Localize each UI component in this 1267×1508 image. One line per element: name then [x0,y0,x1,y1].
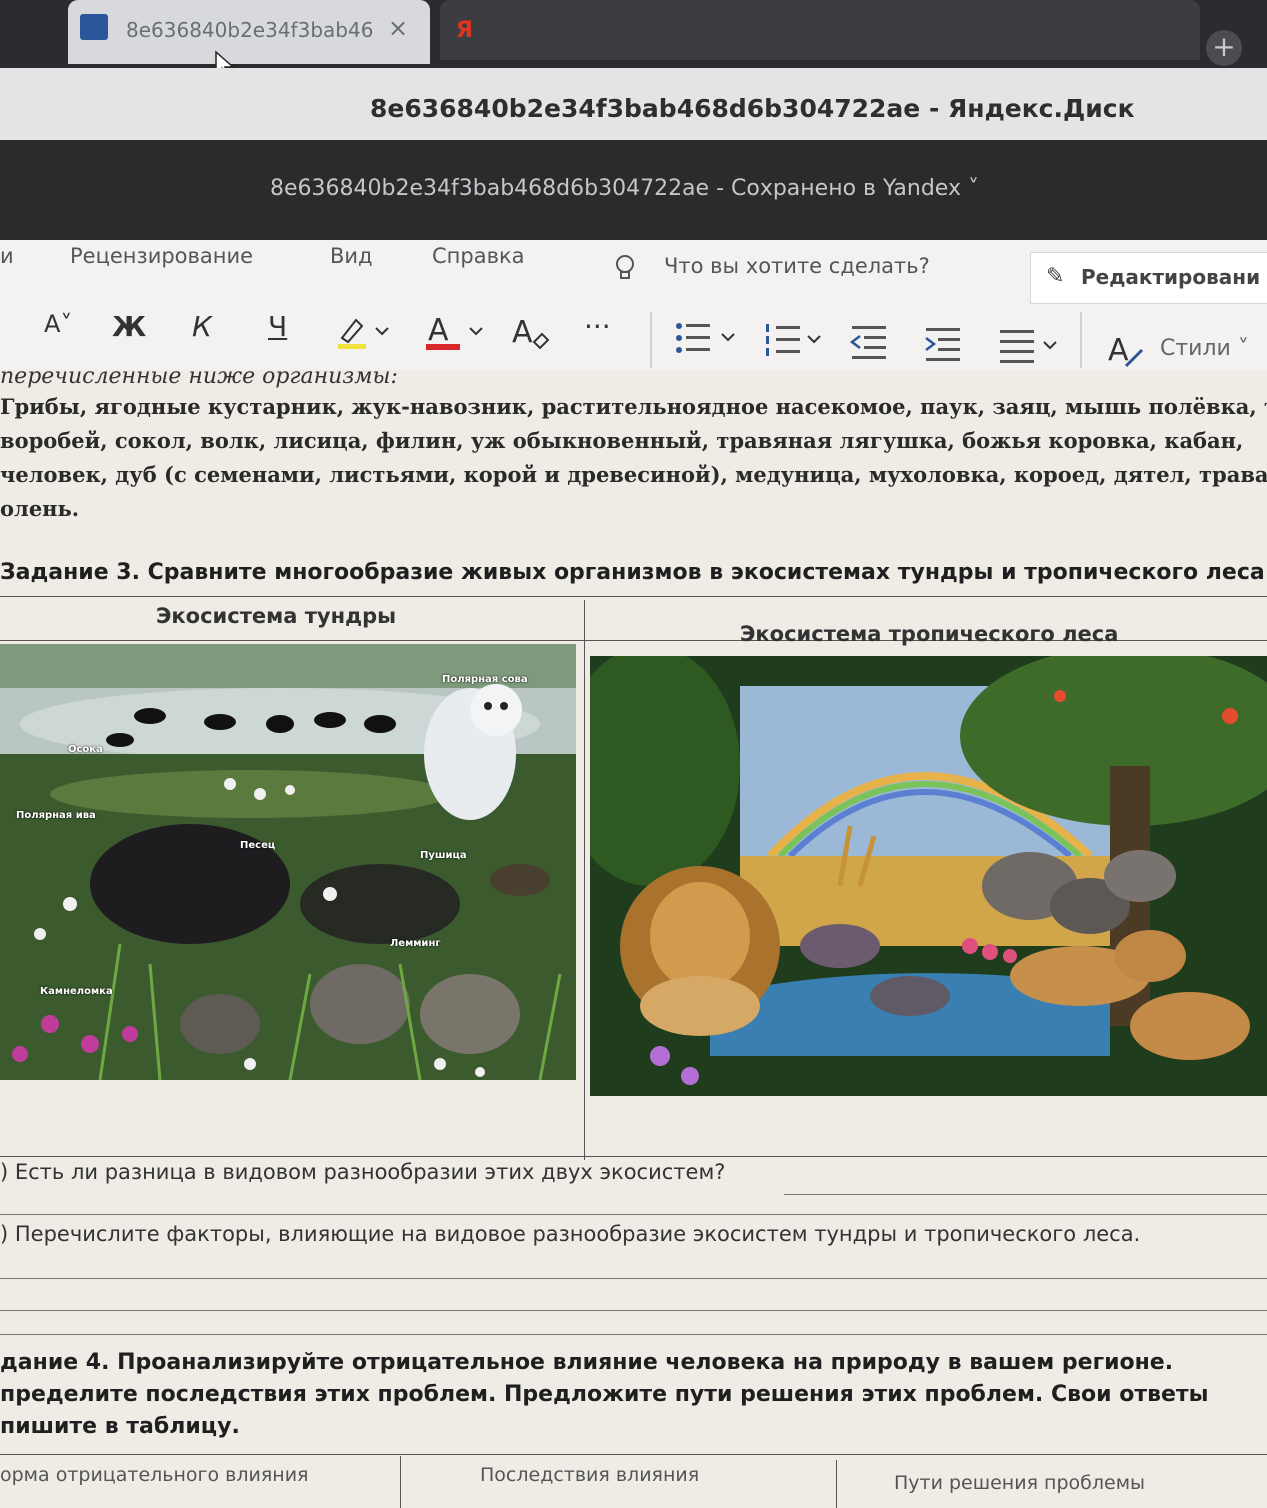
organisms-line: человек, дуб (с семенами, листьями, коро… [0,462,1267,487]
task4-line: пишите в таблицу. [0,1414,240,1439]
answer-line[interactable] [0,1310,1267,1311]
label-sedge: Осока [68,744,103,755]
word-favicon-icon [80,14,108,40]
intro-text: перечисленные ниже организмы: [0,364,398,389]
lightbulb-icon [616,255,634,279]
table-border [0,1156,1267,1157]
table4-header-solutions: Пути решения проблемы [894,1472,1146,1494]
window-title: 8e636840b2e34f3bab468d6b304722ae - Яндек… [370,94,1135,123]
tab-title[interactable]: 8e636840b2e34f3bab46 [126,18,373,42]
label-arctic-fox: Песец [240,840,276,851]
menu-insert[interactable]: и [0,244,14,268]
answer-line[interactable] [0,1278,1267,1279]
answer-line[interactable] [0,1214,1267,1215]
decrease-indent-icon[interactable] [850,322,890,362]
question-b: ) Перечислите факторы, влияющие на видов… [0,1222,1141,1246]
menu-help[interactable]: Справка [432,244,525,268]
pencil-icon: ✎ [1046,264,1065,289]
table-border [584,600,585,1160]
answer-line[interactable] [784,1194,1267,1195]
question-a: ) Есть ли разница в видовом разнообразии… [0,1160,726,1184]
organisms-line: олень. [0,496,80,521]
tropical-forest-illustration [590,656,1267,1096]
column-header-tropics: Экосистема тропического леса [740,622,1119,646]
font-size-down-button[interactable]: A˅ [44,310,72,338]
table4-header-consequences: Последствия влияния [480,1464,700,1486]
answer-line[interactable] [0,1334,1267,1335]
tell-me-search[interactable]: Что вы хотите сделать? [664,254,930,278]
document-title[interactable]: 8e636840b2e34f3bab468d6b304722ae - Сохра… [270,176,979,201]
svg-text:A: A [1108,333,1129,368]
yandex-favicon-icon: Я [456,18,473,43]
tundra-image: Полярная сова Осока Полярная ива Песец П… [0,644,576,1080]
highlight-icon[interactable] [334,312,394,352]
table-border [0,1454,1267,1455]
column-header-tundra: Экосистема тундры [156,604,397,628]
organisms-line: Грибы, ягодные кустарник, жук-навозник, … [0,394,1267,419]
toolbar-separator [1080,312,1082,368]
browser-tab-inactive[interactable] [440,0,1200,60]
label-polar-willow: Полярная ива [16,810,96,821]
styles-button[interactable]: Стили ˅ [1160,336,1249,361]
bullet-list-icon[interactable] [674,318,744,358]
styles-icon[interactable]: A [1106,330,1146,370]
new-tab-icon[interactable]: + [1206,30,1242,66]
organisms-line: воробей, сокол, волк, лисица, филин, уж … [0,428,1244,453]
clear-formatting-icon[interactable]: A [510,312,554,356]
align-icon[interactable] [998,326,1068,366]
label-snowy-owl: Полярная сова [442,674,528,685]
tab-close-icon[interactable]: × [388,14,408,42]
table-border [0,596,1267,597]
svg-text:A: A [428,313,449,348]
numbered-list-icon[interactable] [764,320,834,360]
tundra-illustration [0,644,576,1080]
svg-text:A: A [512,315,533,350]
underline-button[interactable]: Ч [268,310,287,343]
menu-review[interactable]: Рецензирование [70,244,253,268]
table-border [400,1456,401,1508]
table4-header-form: орма отрицательного влияния [0,1464,309,1486]
menu-view[interactable]: Вид [330,244,373,268]
more-options-button[interactable]: ··· [584,310,611,343]
task4-line: дание 4. Проанализируйте отрицательное в… [0,1350,1174,1375]
toolbar-separator [650,312,652,368]
italic-button[interactable]: К [192,310,212,343]
bold-button[interactable]: Ж [112,310,146,343]
label-saxifrage: Камнеломка [40,986,113,997]
label-lemming: Лемминг [390,938,441,949]
label-cottongrass: Пушица [420,850,467,861]
table-border [836,1460,837,1508]
task3-title: Задание 3. Сравните многообразие живых о… [0,560,1267,585]
editing-mode-button[interactable]: Редактировани [1030,252,1267,304]
font-color-icon[interactable]: A [424,310,494,354]
tropical-forest-image [590,656,1267,1096]
task4-line: пределите последствия этих проблем. Пред… [0,1382,1209,1407]
increase-indent-icon[interactable] [924,324,964,364]
